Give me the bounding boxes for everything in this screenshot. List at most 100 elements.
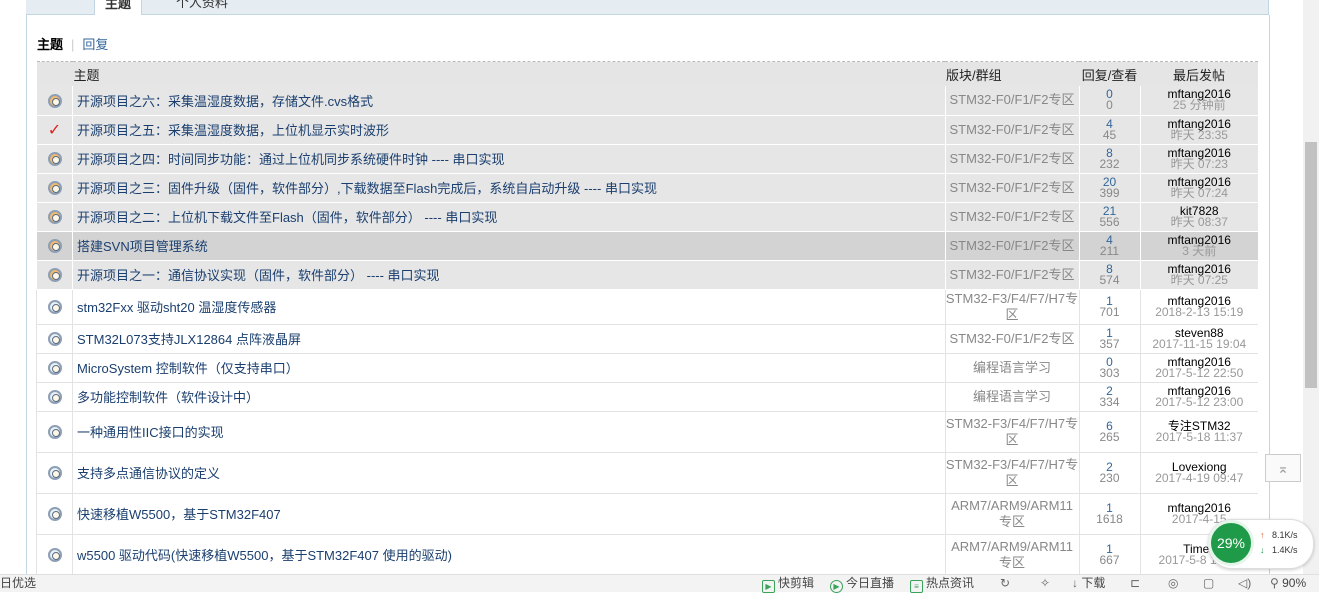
last-post-time[interactable]: 昨天 08:37 — [1141, 216, 1259, 228]
thread-icon[interactable] — [47, 238, 62, 253]
pin-icon[interactable]: ✧ — [1040, 575, 1050, 592]
last-post-time[interactable]: 2017-4-19 09:47 — [1141, 472, 1259, 484]
forum-link[interactable]: ARM7/ARM9/ARM11专区 — [944, 534, 1079, 576]
checkmark-icon[interactable]: ✓ — [48, 122, 61, 139]
table-row[interactable]: 搭建SVN项目管理系统 STM32-F0/F1/F2专区 4 211 mftang201… — [36, 231, 1259, 261]
forum-link[interactable]: STM32-F0/F1/F2专区 — [944, 231, 1079, 261]
forum-link[interactable]: STM32-F0/F1/F2专区 — [944, 115, 1079, 145]
memory-gauge[interactable]: 29% — [1208, 520, 1254, 566]
thread-icon[interactable] — [47, 267, 62, 282]
thread-title-link[interactable]: 开源项目之六：采集温湿度数据，存储文件.cvs格式 — [77, 94, 373, 109]
last-post-time[interactable]: 2017-11-15 19:04 — [1141, 338, 1259, 350]
thread-icon[interactable] — [47, 424, 62, 439]
table-row[interactable]: stm32Fxx 驱动sht20 温湿度传感器 STM32-F3/F4/F7/H7… — [36, 289, 1259, 325]
last-post-time[interactable]: 昨天 23:35 — [1141, 129, 1259, 141]
tab-profile[interactable]: 个人资料 — [166, 0, 238, 14]
zoom-control[interactable]: ⚲ 90% — [1270, 575, 1306, 592]
last-post-cell: mftang2016 3 天前 — [1139, 231, 1259, 261]
thread-icon[interactable] — [47, 180, 62, 195]
thread-title-link[interactable]: 开源项目之三：固件升级（固件，软件部分）,下载数据至Flash完成后，系统自启动… — [77, 181, 657, 196]
table-row[interactable]: 多功能控制软件（软件设计中） 编程语言学习 2 334 mftang2016 2017-5… — [36, 382, 1259, 412]
thread-icon[interactable] — [47, 547, 62, 562]
table-row[interactable]: w5500 驱动代码(快速移植W5500，基于STM32F407 使用的驱动) A… — [36, 534, 1258, 576]
forum-link[interactable]: STM32-F0/F1/F2专区 — [944, 324, 1079, 354]
last-post-time[interactable]: 2017-5-18 11:37 — [1141, 431, 1259, 443]
thread-icon[interactable] — [47, 389, 62, 404]
table-row[interactable]: STM32L073支持JLX12864 点阵液晶屏 STM32-F0/F1/F2专… — [36, 324, 1259, 354]
thread-title-link[interactable]: 开源项目之五：采集温湿度数据，上位机显示实时波形 — [77, 123, 389, 138]
last-post-time[interactable]: 昨天 07:23 — [1141, 158, 1259, 170]
forum-link[interactable]: STM32-F0/F1/F2专区 — [944, 144, 1079, 174]
thread-title-link[interactable]: MicroSystem 控制软件（仅支持串口） — [77, 361, 299, 376]
table-row[interactable]: 快速移植W5500，基于STM32F407 ARM7/ARM9/ARM11专区 1 1… — [36, 493, 1258, 535]
subtab-replies[interactable]: 回复 — [82, 37, 108, 52]
forum-link[interactable]: STM32-F0/F1/F2专区 — [944, 173, 1079, 203]
thread-title-link[interactable]: 一种通用性IIC接口的实现 — [77, 425, 224, 440]
forum-link[interactable]: 编程语言学习 — [944, 353, 1079, 383]
thread-icon[interactable] — [47, 93, 62, 108]
thread-title-link[interactable]: 开源项目之四：时间同步功能：通过上位机同步系统硬件时钟 ---- 串口实现 — [77, 152, 505, 167]
tab-topics[interactable]: 主题 — [94, 0, 143, 16]
status-item-news[interactable]: ≡ 热点资讯 — [910, 575, 974, 593]
thread-title-link[interactable]: 开源项目之二：上位机下载文件至Flash（固件，软件部分） ---- 串口实现 — [77, 210, 497, 225]
forum-link[interactable]: STM32-F3/F4/F7/H7专区 — [944, 452, 1079, 494]
thread-title-cell: stm32Fxx 驱动sht20 温湿度传感器 — [72, 289, 945, 325]
row-icon-cell — [36, 411, 73, 453]
thread-icon[interactable] — [47, 151, 62, 166]
download-rate-value: 1.4K/s — [1272, 545, 1298, 555]
table-row[interactable]: MicroSystem 控制软件（仅支持串口） 编程语言学习 0 303 mftang2… — [36, 353, 1259, 383]
thread-title-link[interactable]: 搭建SVN项目管理系统 — [77, 239, 208, 254]
table-row[interactable]: 开源项目之三：固件升级（固件，软件部分）,下载数据至Flash完成后，系统自启动… — [36, 173, 1259, 203]
thread-title-link[interactable]: w5500 驱动代码(快速移植W5500，基于STM32F407 使用的驱动) — [77, 548, 452, 563]
window-icon[interactable]: ▢ — [1203, 575, 1214, 592]
thread-icon[interactable] — [47, 465, 62, 480]
thread-title-link[interactable]: 支持多点通信协议的定义 — [77, 466, 220, 481]
forum-link[interactable]: STM32-F0/F1/F2专区 — [944, 202, 1079, 232]
thread-title-link[interactable]: 开源项目之一：通信协议实现（固件，软件部分） ---- 串口实现 — [77, 268, 440, 283]
thread-icon[interactable] — [47, 506, 62, 521]
table-row[interactable]: 开源项目之四：时间同步功能：通过上位机同步系统硬件时钟 ---- 串口实现 STM… — [36, 144, 1259, 174]
thread-title-link[interactable]: 快速移植W5500，基于STM32F407 — [77, 507, 281, 522]
table-row[interactable]: 支持多点通信协议的定义 STM32-F3/F4/F7/H7专区 2 230 Lovexi… — [36, 452, 1259, 494]
thread-icon[interactable] — [47, 360, 62, 375]
scrollbar-thumb[interactable] — [1305, 142, 1317, 388]
forum-link[interactable]: STM32-F3/F4/F7/H7专区 — [944, 411, 1079, 453]
status-left-text[interactable]: 日优选 — [0, 575, 36, 592]
view-count: 232 — [1099, 156, 1120, 171]
thread-title-link[interactable]: STM32L073支持JLX12864 点阵液晶屏 — [77, 332, 301, 347]
thread-icon[interactable] — [47, 331, 62, 346]
replies-views-cell: 8 232 — [1078, 144, 1140, 174]
row-icon-cell — [36, 324, 73, 354]
last-post-time[interactable]: 25 分钟前 — [1141, 99, 1259, 111]
thread-icon[interactable] — [47, 209, 62, 224]
last-post-time[interactable]: 2017-5-12 23:00 — [1141, 396, 1259, 408]
subtab-topics[interactable]: 主题 — [37, 37, 63, 52]
last-post-time[interactable]: 2018-2-13 15:19 — [1141, 306, 1259, 318]
browser-icon[interactable]: ◎ — [1168, 575, 1178, 592]
status-item-kuaijianji[interactable]: ▶ 快剪辑 — [762, 575, 814, 593]
table-row[interactable]: 开源项目之一：通信协议实现（固件，软件部分） ---- 串口实现 STM32-F0… — [36, 260, 1259, 290]
table-row[interactable]: 开源项目之六：采集温湿度数据，存储文件.cvs格式 STM32-F0/F1/F2专… — [36, 86, 1259, 116]
refresh-icon[interactable]: ↻ — [1000, 575, 1010, 592]
thread-icon[interactable] — [47, 299, 62, 314]
table-row[interactable]: 开源项目之二：上位机下载文件至Flash（固件，软件部分） ---- 串口实现 S… — [36, 202, 1259, 232]
bookmark-icon[interactable]: ⊏ — [1130, 575, 1140, 592]
last-post-time[interactable]: 2017-5-12 22:50 — [1141, 367, 1259, 379]
status-item-download[interactable]: ↓ 下载 — [1072, 575, 1105, 592]
last-post-time[interactable]: 昨天 07:24 — [1141, 187, 1259, 199]
forum-link[interactable]: STM32-F0/F1/F2专区 — [944, 86, 1079, 116]
thread-title-link[interactable]: stm32Fxx 驱动sht20 温湿度传感器 — [77, 300, 276, 315]
last-post-time[interactable]: 3 天前 — [1141, 245, 1259, 257]
thread-title-link[interactable]: 多功能控制软件（软件设计中） — [77, 390, 259, 405]
volume-icon[interactable]: ◁) — [1238, 575, 1251, 592]
forum-link[interactable]: STM32-F0/F1/F2专区 — [944, 260, 1079, 290]
forum-link[interactable]: STM32-F3/F4/F7/H7专区 — [944, 289, 1079, 325]
forum-link[interactable]: 编程语言学习 — [944, 382, 1079, 412]
status-item-live[interactable]: ▶ 今日直播 — [830, 575, 894, 593]
forum-link[interactable]: ARM7/ARM9/ARM11专区 — [944, 493, 1079, 535]
table-row[interactable]: ✓ 开源项目之五：采集温湿度数据，上位机显示实时波形 STM32-F0/F1/F2专… — [36, 115, 1259, 145]
back-to-top-icon[interactable]: ⌅ — [1265, 454, 1301, 482]
last-post-cell: mftang2016 2017-5-12 22:50 — [1139, 353, 1259, 383]
last-post-time[interactable]: 昨天 07:25 — [1141, 274, 1259, 286]
table-row[interactable]: 一种通用性IIC接口的实现 STM32-F3/F4/F7/H7专区 6 265 专注ST… — [36, 411, 1259, 453]
